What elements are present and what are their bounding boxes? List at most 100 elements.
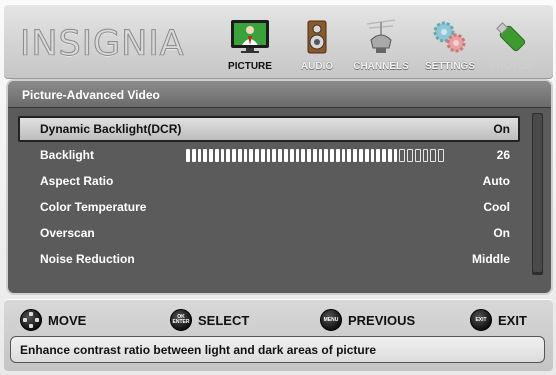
backlight-level-segment: [358, 149, 363, 162]
setting-row-backlight[interactable]: Backlight 26: [18, 142, 520, 168]
hint-label: SELECT: [198, 312, 250, 328]
backlight-level-segment: [237, 149, 242, 162]
backlight-level-segment: [243, 149, 248, 162]
backlight-level-segment: [260, 149, 265, 162]
hint-move: MOVE: [20, 309, 86, 331]
backlight-level-slider[interactable]: [186, 149, 444, 162]
tab-label: PICTURE: [228, 61, 272, 72]
backlight-level-segment: [330, 149, 334, 162]
setting-row-noise-reduction[interactable]: Noise Reduction Middle: [18, 246, 520, 272]
tab-label: SETTINGS: [424, 61, 475, 72]
menu-header: INSIGNIA PICTURE AUDIO CHANNELS SETTINGS…: [4, 4, 553, 79]
backlight-level-segment: [284, 149, 288, 162]
menu-button-icon: MENU: [320, 309, 342, 331]
backlight-level-segment: [191, 149, 196, 162]
setting-label: Dynamic Backlight(DCR): [40, 122, 182, 136]
setting-value: On: [493, 122, 510, 136]
usb-drive-icon: [491, 18, 531, 56]
settings-panel: Picture-Advanced Video Dynamic Backlight…: [8, 81, 551, 293]
scrollbar-thumb[interactable]: [533, 114, 542, 272]
backlight-level-segment: [220, 149, 225, 162]
hint-label: PREVIOUS: [348, 312, 416, 328]
backlight-level-segment: [387, 149, 392, 162]
backlight-level-segment: [203, 149, 208, 162]
backlight-level-segment: [393, 149, 398, 162]
setting-row-overscan[interactable]: Overscan On: [18, 220, 520, 246]
backlight-level-segment: [255, 149, 259, 162]
backlight-level-segment: [214, 149, 219, 162]
setting-value: Cool: [483, 200, 510, 214]
insignia-logo: INSIGNIA: [20, 24, 185, 64]
tab-picture[interactable]: PICTURE: [222, 4, 278, 79]
setting-row-aspect-ratio[interactable]: Aspect Ratio Auto: [18, 168, 520, 194]
backlight-level-segment: [312, 149, 317, 162]
backlight-level-segment: [370, 149, 375, 162]
backlight-level-segment: [295, 149, 300, 162]
backlight-level-segment: [335, 149, 340, 162]
backlight-level-segment: [376, 149, 381, 162]
backlight-level-segment: [382, 149, 386, 162]
tab-photos[interactable]: PHOTOS: [482, 4, 540, 79]
tab-settings[interactable]: SETTINGS: [420, 4, 480, 79]
antenna-icon: [361, 18, 401, 56]
setting-label: Overscan: [40, 226, 95, 240]
backlight-level-segment: [353, 149, 357, 162]
setting-label: Color Temperature: [40, 200, 147, 214]
tab-label: AUDIO: [300, 61, 334, 72]
tab-label: CHANNELS: [353, 61, 409, 72]
backlight-level-segment: [364, 149, 369, 162]
tab-label: PHOTOS: [489, 61, 533, 72]
scrollbar[interactable]: [532, 113, 543, 275]
backlight-level-segment: [301, 149, 306, 162]
help-box: Enhance contrast ratio between light and…: [10, 336, 545, 363]
hint-previous: MENU PREVIOUS: [320, 309, 415, 331]
setting-value: 26: [496, 148, 510, 162]
ok-enter-button-icon: OK ENTER: [170, 309, 192, 331]
backlight-level-segment: [341, 149, 346, 162]
backlight-level-segment: [186, 149, 190, 162]
tab-audio[interactable]: AUDIO: [294, 4, 340, 79]
setting-label: Noise Reduction: [40, 252, 135, 266]
setting-value: On: [493, 226, 510, 240]
icon-text: MENU: [323, 316, 339, 323]
tv-picture-icon: [230, 18, 270, 56]
exit-button-icon: EXIT: [470, 309, 492, 331]
backlight-level-segment: [226, 149, 231, 162]
menu-footer: MOVE OK ENTER SELECT MENU PREVIOUS EXIT …: [4, 299, 553, 371]
setting-value: Middle: [472, 252, 510, 266]
icon-text: OK ENTER: [172, 314, 190, 325]
backlight-level-segment: [266, 149, 271, 162]
setting-label: Backlight: [40, 148, 95, 162]
tab-channels[interactable]: CHANNELS: [346, 4, 416, 79]
backlight-level-segment: [399, 149, 406, 162]
setting-row-color-temperature[interactable]: Color Temperature Cool: [18, 194, 520, 220]
dpad-icon: [20, 309, 42, 331]
backlight-level-segment: [318, 149, 323, 162]
backlight-level-segment: [197, 149, 202, 162]
panel-title: Picture-Advanced Video: [22, 88, 160, 102]
hint-label: MOVE: [48, 312, 87, 328]
backlight-level-segment: [278, 149, 283, 162]
backlight-level-segment: [249, 149, 254, 162]
backlight-level-segment: [430, 149, 437, 162]
backlight-level-segment: [407, 149, 413, 162]
backlight-level-segment: [422, 149, 429, 162]
icon-text: EXIT: [475, 316, 487, 323]
backlight-level-segment: [438, 149, 444, 162]
setting-row-dynamic-backlight[interactable]: Dynamic Backlight(DCR) On: [18, 116, 520, 142]
backlight-level-segment: [414, 149, 421, 162]
hint-label: EXIT: [498, 312, 527, 328]
backlight-level-segment: [307, 149, 311, 162]
settings-list: Dynamic Backlight(DCR) On Backlight 26 A…: [18, 116, 520, 272]
panel-title-bar: Picture-Advanced Video: [8, 81, 551, 108]
tv-menu-screen: INSIGNIA PICTURE AUDIO CHANNELS SETTINGS…: [0, 0, 556, 375]
backlight-level-segment: [289, 149, 294, 162]
backlight-level-segment: [209, 149, 213, 162]
hint-select: OK ENTER SELECT: [170, 309, 249, 331]
backlight-level-segment: [347, 149, 352, 162]
setting-label: Aspect Ratio: [40, 174, 114, 188]
speaker-icon: [297, 18, 337, 56]
backlight-level-segment: [324, 149, 329, 162]
setting-value: Auto: [482, 174, 510, 188]
hint-exit: EXIT EXIT: [470, 309, 527, 331]
